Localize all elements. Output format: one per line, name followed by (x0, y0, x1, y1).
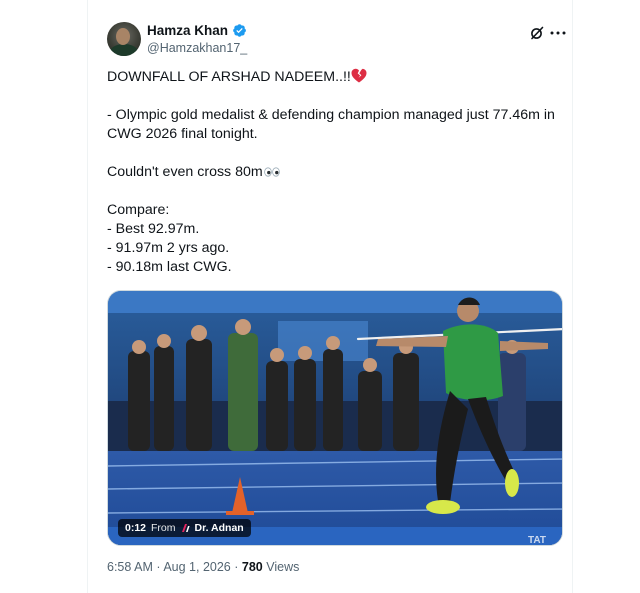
video-player[interactable]: TAT 0:12 From Dr. Adnan (107, 290, 563, 546)
broken-heart-icon (351, 68, 367, 83)
tweet-text: DOWNFALL OF ARSHAD NADEEM..!! - Olympic … (107, 68, 562, 277)
views-count: 780 (241, 560, 263, 574)
meta-separator: · (156, 560, 161, 574)
tweet-line-two-years: - 91.97m 2 yrs ago. (107, 240, 230, 256)
meta-separator: · (234, 560, 239, 574)
video-frame: TAT (108, 291, 562, 546)
author-handle[interactable]: @Hamzakhan17_ (147, 41, 247, 55)
author-name-row: Hamza Khan (147, 23, 247, 38)
tweet-line-best: - Best 92.97m. (107, 221, 200, 237)
tweet-line-last-cwg: - 90.18m last CWG. (107, 259, 232, 275)
more-icon[interactable] (549, 25, 567, 41)
tweet-date[interactable]: Aug 1, 2026 (163, 560, 230, 574)
author-display-name[interactable]: Hamza Khan (147, 23, 228, 38)
tweet-line-text: DOWNFALL OF ARSHAD NADEEM..!! (107, 69, 351, 85)
video-duration: 0:12 (125, 522, 147, 534)
tweet-line-remark: Couldn't even cross 80m (107, 163, 562, 182)
tweet-line-summary: - Olympic gold medalist & defending cham… (107, 107, 555, 142)
tweet-line-headline: DOWNFALL OF ARSHAD NADEEM..!! (107, 68, 562, 87)
video-source-name[interactable]: Dr. Adnan (195, 522, 244, 534)
tweet-header: Hamza Khan @Hamzakhan17_ (107, 22, 569, 58)
source-logo-icon (181, 524, 190, 532)
video-watermark: TAT (528, 535, 546, 546)
grok-icon[interactable] (529, 25, 545, 41)
tweet-meta: 6:58 AM · Aug 1, 2026 · 780 Views (107, 560, 299, 574)
eyes-icon (263, 167, 280, 177)
video-from-label: From (151, 522, 176, 534)
video-badge: 0:12 From Dr. Adnan (118, 519, 251, 537)
tweet-time[interactable]: 6:58 AM (107, 560, 153, 574)
views-label: Views (266, 560, 300, 574)
avatar[interactable] (107, 22, 141, 56)
verified-badge-icon (233, 24, 246, 37)
tweet-line-text: Couldn't even cross 80m (107, 164, 263, 180)
tweet-line-compare: Compare: (107, 202, 170, 218)
